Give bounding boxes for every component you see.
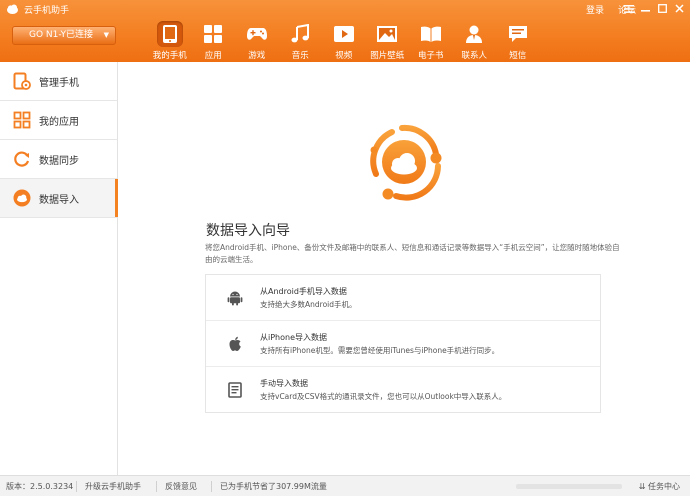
task-list-icon: ⇊ [638,482,646,491]
video-icon [331,21,357,47]
device-selector[interactable]: GO N1-Y已连接 ▼ [12,26,116,45]
sidebar-item-label: 我的应用 [39,116,79,128]
maximize-icon[interactable] [656,2,669,15]
sidebar-item-label: 管理手机 [39,77,79,89]
task-center-button[interactable]: ⇊ 任务中心 [639,481,680,492]
nav-label: 电子书 [417,51,444,61]
status-divider [211,481,212,492]
my-apps-icon [12,110,32,130]
traffic-saved-text: 已为手机节省了307.99M流量 [220,482,327,491]
login-link[interactable]: 登录 [586,3,604,16]
minimize-icon[interactable] [639,2,652,15]
nav-apps[interactable]: 应用 [192,18,236,62]
contact-icon [461,21,487,47]
android-icon [226,289,244,307]
sync-icon [12,149,32,169]
sidebar-item-label: 数据导入 [39,194,79,206]
task-center-label: 任务中心 [648,482,680,491]
picture-icon [374,21,400,47]
nav-messages[interactable]: 短信 [496,18,540,62]
nav-label: 联系人 [461,51,487,61]
nav-label: 图片壁纸 [370,51,405,61]
nav-video[interactable]: 视频 [322,18,366,62]
cloud-import-logo-icon [370,124,442,201]
version-label: 版本：2.5.0.3234 [6,482,74,491]
nav-label: 我的手机 [152,51,187,61]
book-icon [418,21,444,47]
status-bar: 版本：2.5.0.3234 升级云手机助手 反馈意见 已为手机节省了307.99… [0,475,690,496]
nav-my-phone[interactable]: 我的手机 [148,18,192,62]
feedback-link[interactable]: 反馈意见 [165,481,197,492]
upgrade-link[interactable]: 升级云手机助手 [85,481,141,492]
import-options: 从Android手机导入数据 支持绝大多数Android手机。 从iPhone导… [205,274,601,413]
option-import-android[interactable]: 从Android手机导入数据 支持绝大多数Android手机。 [206,275,600,321]
main-nav: 我的手机 应用 游戏 音乐 视频 图片壁纸 电子书 联系人 短信 [148,18,540,62]
music-icon [287,21,313,47]
app-title: 云手机助手 [24,6,70,16]
option-title: 从Android手机导入数据 [260,287,347,296]
sidebar-item-data-sync[interactable]: 数据同步 [0,140,117,179]
option-subtitle: 支持绝大多数Android手机。 [260,300,357,309]
nav-label: 视频 [335,51,353,61]
sidebar-item-manage-phone[interactable]: 管理手机 [0,62,117,101]
import-icon [12,188,32,208]
message-icon [505,21,531,47]
nav-ebooks[interactable]: 电子书 [409,18,453,62]
nav-label: 游戏 [248,51,266,61]
manage-phone-icon [12,71,32,91]
window-controls [622,2,686,15]
device-selector-value: GO N1-Y已连接 [29,30,94,40]
menu-icon[interactable] [622,2,635,15]
status-divider [156,481,157,492]
wizard-title: 数据导入向导 [206,223,290,239]
option-manual-import[interactable]: 手动导入数据 支持vCard及CSV格式的通讯录文件，您也可以从Outlook中… [206,367,600,413]
apps-icon [200,21,226,47]
title-bar: 云手机助手 登录 论坛 [0,0,690,18]
sidebar-item-data-import[interactable]: 数据导入 [0,179,118,218]
option-subtitle: 支持所有iPhone机型。需要您曾经使用iTunes与iPhone手机进行同步。 [260,346,500,355]
apple-icon [226,335,244,353]
chevron-down-icon: ▼ [103,31,109,39]
wizard-description: 将您Android手机、iPhone、备份文件及邮箱中的联系人、短信息和通话记录… [205,243,620,264]
header: 云手机助手 登录 论坛 GO N1-Y已连接 ▼ [0,0,690,62]
sidebar-item-label: 数据同步 [39,155,79,167]
task-progress-bar [516,484,622,489]
nav-label: 音乐 [291,51,309,61]
option-subtitle: 支持vCard及CSV格式的通讯录文件，您也可以从Outlook中导入联系人。 [260,392,507,401]
status-divider [76,481,77,492]
option-title: 手动导入数据 [260,379,308,388]
nav-label: 短信 [509,51,527,61]
main-content: 数据导入向导 将您Android手机、iPhone、备份文件及邮箱中的联系人、短… [118,62,690,475]
phone-icon [156,21,183,47]
nav-contacts[interactable]: 联系人 [453,18,497,62]
close-icon[interactable] [673,2,686,15]
app-logo-icon [7,4,18,14]
nav-music[interactable]: 音乐 [279,18,323,62]
gamepad-icon [244,21,270,47]
option-title: 从iPhone导入数据 [260,333,328,342]
option-import-iphone[interactable]: 从iPhone导入数据 支持所有iPhone机型。需要您曾经使用iTunes与i… [206,321,600,367]
sidebar-item-my-apps[interactable]: 我的应用 [0,101,117,140]
nav-label: 应用 [204,51,222,61]
document-icon [226,381,244,399]
nav-pictures[interactable]: 图片壁纸 [366,18,410,62]
nav-games[interactable]: 游戏 [235,18,279,62]
sidebar: 管理手机 我的应用 数据同步 数据导入 [0,62,118,475]
